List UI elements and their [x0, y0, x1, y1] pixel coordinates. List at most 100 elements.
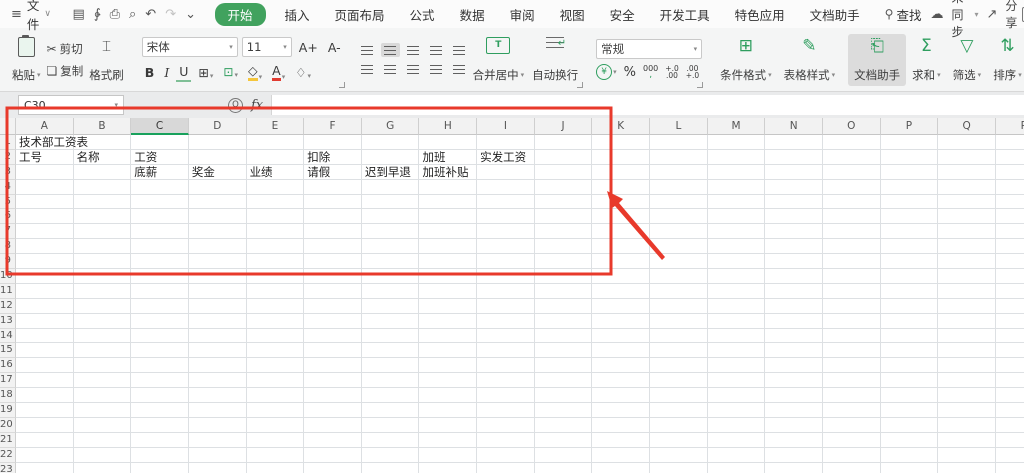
cell-B14[interactable] — [74, 329, 132, 344]
cell-E15[interactable] — [247, 343, 305, 358]
cell-F13[interactable] — [304, 314, 362, 329]
cell-P15[interactable] — [881, 343, 939, 358]
row-header-14[interactable]: 14 — [0, 329, 16, 344]
cell-O5[interactable] — [823, 195, 881, 210]
cell-Q3[interactable] — [938, 165, 996, 180]
cell-K12[interactable] — [592, 299, 650, 314]
cell-J9[interactable] — [535, 254, 593, 269]
cell-F14[interactable] — [304, 329, 362, 344]
decrease-indent-button[interactable] — [427, 43, 446, 57]
cell-M17[interactable] — [708, 373, 766, 388]
cell-C14[interactable] — [131, 329, 189, 344]
cell-H2[interactable]: 加班 — [419, 150, 477, 165]
cell-M3[interactable] — [708, 165, 766, 180]
menu-tab-home[interactable]: 开始 — [215, 3, 266, 26]
cell-F20[interactable] — [304, 418, 362, 433]
cell-C15[interactable] — [131, 343, 189, 358]
cell-Q13[interactable] — [938, 314, 996, 329]
cell-A10[interactable] — [16, 269, 74, 284]
cell-A16[interactable] — [16, 358, 74, 373]
cell-A8[interactable] — [16, 239, 74, 254]
cell-O1[interactable] — [823, 135, 881, 150]
menu-tab-page-layout[interactable]: 页面布局 — [329, 3, 391, 26]
cell-G21[interactable] — [362, 433, 420, 448]
cell-N9[interactable] — [765, 254, 823, 269]
cell-D11[interactable] — [189, 284, 247, 299]
cell-P10[interactable] — [881, 269, 939, 284]
cell-K23[interactable] — [592, 463, 650, 473]
cell-E16[interactable] — [247, 358, 305, 373]
cell-H20[interactable] — [419, 418, 477, 433]
menu-tab-special-apps[interactable]: 特色应用 — [729, 3, 791, 26]
cell-C12[interactable] — [131, 299, 189, 314]
cell-O9[interactable] — [823, 254, 881, 269]
cell-B20[interactable] — [74, 418, 132, 433]
cell-I17[interactable] — [477, 373, 535, 388]
cell-I4[interactable] — [477, 180, 535, 195]
cell-N21[interactable] — [765, 433, 823, 448]
cell-H1[interactable] — [419, 135, 477, 150]
print-icon[interactable]: ⎙ — [110, 7, 120, 22]
cell-B4[interactable] — [74, 180, 132, 195]
cell-C7[interactable] — [131, 224, 189, 239]
cell-Q7[interactable] — [938, 224, 996, 239]
cell-M14[interactable] — [708, 329, 766, 344]
cell-F16[interactable] — [304, 358, 362, 373]
cell-E3[interactable]: 业绩 — [247, 165, 305, 180]
cell-A4[interactable] — [16, 180, 74, 195]
cell-K9[interactable] — [592, 254, 650, 269]
cell-M20[interactable] — [708, 418, 766, 433]
cell-A11[interactable] — [16, 284, 74, 299]
cell-P9[interactable] — [881, 254, 939, 269]
cell-F11[interactable] — [304, 284, 362, 299]
cell-A15[interactable] — [16, 343, 74, 358]
distribute-button[interactable] — [450, 62, 469, 76]
cell-I15[interactable] — [477, 343, 535, 358]
cell-H23[interactable] — [419, 463, 477, 473]
cell-D3[interactable]: 奖金 — [189, 165, 247, 180]
cell-K8[interactable] — [592, 239, 650, 254]
cell-N15[interactable] — [765, 343, 823, 358]
cell-F7[interactable] — [304, 224, 362, 239]
cell-J20[interactable] — [535, 418, 593, 433]
cell-P19[interactable] — [881, 403, 939, 418]
format-painter-button[interactable]: ⌶ 格式刷 — [85, 33, 128, 87]
cell-O12[interactable] — [823, 299, 881, 314]
cell-O14[interactable] — [823, 329, 881, 344]
cell-F4[interactable] — [304, 180, 362, 195]
cell-A22[interactable] — [16, 448, 74, 463]
cell-K1[interactable] — [592, 135, 650, 150]
row-header-19[interactable]: 19 — [0, 403, 16, 418]
cell-O13[interactable] — [823, 314, 881, 329]
cell-P20[interactable] — [881, 418, 939, 433]
menu-tab-formulas[interactable]: 公式 — [404, 3, 441, 26]
cell-N22[interactable] — [765, 448, 823, 463]
cell-E4[interactable] — [247, 180, 305, 195]
font-color-button[interactable]: A▾ — [269, 62, 288, 82]
cell-A7[interactable] — [16, 224, 74, 239]
cell-B11[interactable] — [74, 284, 132, 299]
row-header-8[interactable]: 8 — [0, 239, 16, 254]
cell-C3[interactable]: 底薪 — [131, 165, 189, 180]
cell-D19[interactable] — [189, 403, 247, 418]
cell-K13[interactable] — [592, 314, 650, 329]
cell-E21[interactable] — [247, 433, 305, 448]
cell-M10[interactable] — [708, 269, 766, 284]
cell-G10[interactable] — [362, 269, 420, 284]
row-header-3[interactable]: 3 — [0, 165, 16, 180]
cell-C8[interactable] — [131, 239, 189, 254]
cell-R3[interactable] — [996, 165, 1024, 180]
cell-M8[interactable] — [708, 239, 766, 254]
cell-R12[interactable] — [996, 299, 1024, 314]
cell-L18[interactable] — [650, 388, 708, 403]
cell-D15[interactable] — [189, 343, 247, 358]
cell-A12[interactable] — [16, 299, 74, 314]
cell-G16[interactable] — [362, 358, 420, 373]
cell-F8[interactable] — [304, 239, 362, 254]
cell-E18[interactable] — [247, 388, 305, 403]
cell-K20[interactable] — [592, 418, 650, 433]
cell-A13[interactable] — [16, 314, 74, 329]
cell-G1[interactable] — [362, 135, 420, 150]
cell-C16[interactable] — [131, 358, 189, 373]
cell-D17[interactable] — [189, 373, 247, 388]
